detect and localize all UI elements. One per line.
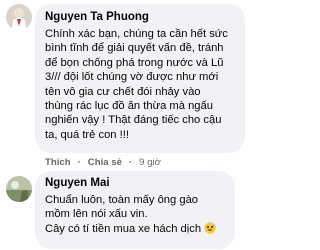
avatar-photo-icon bbox=[6, 176, 32, 202]
comment-line: thùng rác lục đồ ăn thừa mà ngấu bbox=[45, 100, 213, 113]
comment-line: Chuẩn luôn, toàn mấy ông gào bbox=[45, 194, 199, 206]
comment-line: 3/// đội lốt chúng vờ được như mới bbox=[45, 71, 219, 84]
comment-timestamp[interactable]: 9 giờ bbox=[139, 157, 161, 168]
sweat-smile-emoji-icon bbox=[204, 222, 216, 234]
comment-bubble: Nguyen Mai Chuẩn luôn, toàn mấy ông gào … bbox=[35, 171, 235, 249]
comment-line: Cây có tí tiền mua xe hách dịch bbox=[45, 222, 202, 235]
avatar[interactable] bbox=[6, 176, 32, 202]
comment-line: bình tĩnh để giải quyết vấn đề, tránh bbox=[45, 42, 224, 55]
comment-line: tên vô gia cư chết đói nhảy vào bbox=[45, 85, 201, 98]
comment-bubble: Nguyen Ta Phuong Chính xác bạn, chúng ta… bbox=[35, 4, 245, 153]
comment-line: Chính xác bạn, chúng ta cần hết sức bbox=[45, 28, 228, 40]
comment-line: để bọn chống phá trong nước và Lũ bbox=[45, 56, 224, 69]
comment-author[interactable]: Nguyen Mai bbox=[45, 176, 225, 190]
separator-dot: · bbox=[128, 157, 133, 168]
comment-author[interactable]: Nguyen Ta Phuong bbox=[45, 10, 235, 24]
comment-line: mồm lên nói xấu vin. bbox=[45, 208, 148, 221]
comment-line: ta, quá trẻ con !!! bbox=[45, 128, 129, 141]
like-link[interactable]: Thích bbox=[45, 157, 71, 168]
share-link[interactable]: Chia sẻ bbox=[88, 157, 122, 168]
avatar[interactable] bbox=[6, 4, 32, 30]
comment-line-with-emoji: Cây có tí tiền mua xe hách dịch bbox=[45, 222, 225, 236]
comment-line: nghiến vậy ! Thật đáng tiếc cho cậu bbox=[45, 114, 222, 127]
separator-dot: · bbox=[77, 157, 81, 168]
comment-actions: Thích · Chia sẻ · 9 giờ bbox=[45, 157, 161, 168]
avatar-photo-icon bbox=[6, 4, 32, 30]
